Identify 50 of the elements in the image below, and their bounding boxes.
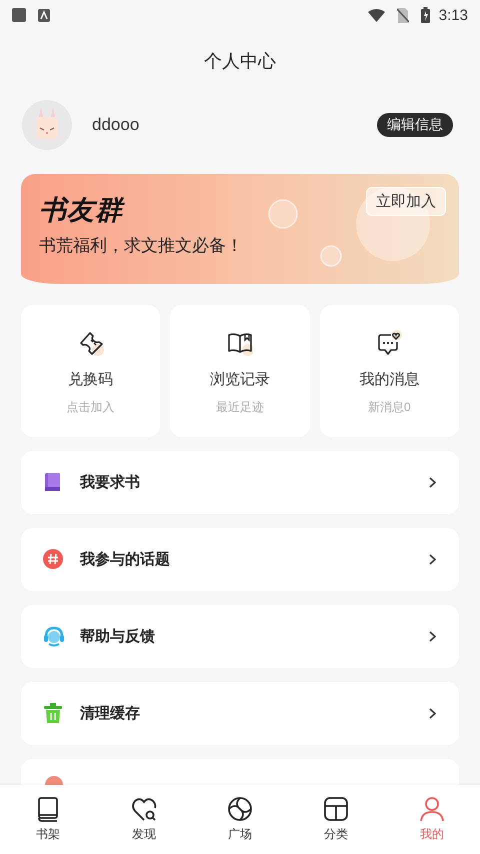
status-time: 3:13: [438, 6, 468, 24]
chevron-right-icon: [429, 554, 436, 565]
shortcut-hint: 最近足迹: [216, 399, 264, 416]
banner-card[interactable]: 书友群 书荒福利，求文推文必备！ 立即加入: [21, 174, 459, 284]
edit-profile-button[interactable]: 编辑信息: [377, 113, 453, 137]
headset-icon: [43, 626, 65, 647]
menu-label: 我参与的话题: [80, 550, 171, 569]
menu-item[interactable]: 我要求书: [21, 451, 459, 514]
shortcut-card[interactable]: 浏览记录 最近足迹: [170, 305, 310, 437]
no-sim-icon: [396, 8, 409, 22]
banner-subtitle: 书荒福利，求文推文必备！: [39, 235, 243, 257]
menu-item[interactable]: 清理缓存: [21, 682, 459, 745]
chevron-right-icon: [429, 477, 436, 488]
person-icon: [419, 796, 445, 822]
nav-tab[interactable]: 广场: [210, 796, 270, 843]
hashtag-icon: [43, 549, 65, 570]
shortcut-label: 浏览记录: [210, 370, 270, 389]
aperture-icon: [227, 796, 253, 822]
menu-item[interactable]: 我参与的话题: [21, 528, 459, 591]
chevron-right-icon: [429, 631, 436, 642]
chevron-right-icon: [429, 708, 436, 719]
shortcut-hint: 新消息0: [368, 399, 411, 416]
avatar: [22, 100, 72, 150]
trash-icon: [43, 703, 65, 724]
shortcut-hint: 点击加入: [66, 399, 115, 416]
shortcut-card[interactable]: 兑换码 点击加入: [21, 305, 160, 437]
nav-tab[interactable]: 发现: [114, 796, 174, 843]
shortcut-label: 兑换码: [68, 370, 114, 389]
menu-item[interactable]: [21, 759, 459, 785]
nav-tab[interactable]: 分类: [306, 796, 366, 843]
ticket-icon: [78, 330, 104, 356]
username: ddooo: [92, 115, 140, 135]
wifi-icon: [368, 8, 385, 22]
menu-label: 清理缓存: [80, 704, 141, 723]
notification-icon: [12, 8, 26, 22]
menu-label: 帮助与反馈: [80, 627, 156, 646]
banner-title: 书友群: [39, 194, 126, 227]
heart-search-icon: [131, 796, 157, 822]
chat-heart-icon: [376, 330, 402, 356]
page-title: 个人中心: [203, 50, 277, 73]
nav-tab[interactable]: 书架: [18, 796, 78, 843]
battery-icon: [420, 7, 430, 23]
menu-item[interactable]: 帮助与反馈: [21, 605, 459, 668]
menu-label: 我要求书: [80, 473, 141, 492]
shortcut-card[interactable]: 我的消息 新消息0: [320, 305, 459, 437]
bookshelf-icon: [35, 796, 61, 822]
layout-icon: [323, 796, 349, 822]
keyboard-icon: [38, 8, 50, 22]
shortcut-label: 我的消息: [359, 370, 420, 389]
join-button[interactable]: 立即加入: [366, 187, 446, 216]
